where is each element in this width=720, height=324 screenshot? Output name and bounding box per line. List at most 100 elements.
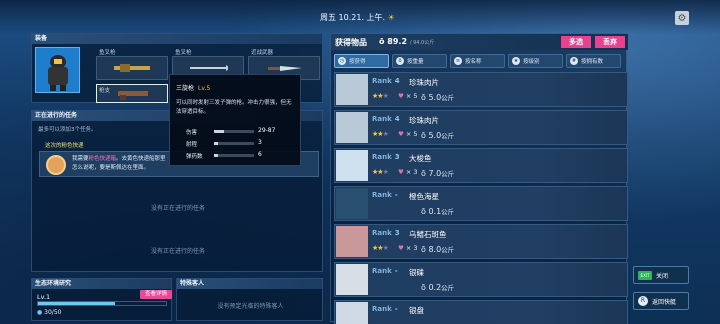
- item-thumbnail: [336, 302, 368, 324]
- stat-bar: [214, 154, 254, 157]
- item-name: 银盘: [409, 306, 424, 315]
- tab-sort-obtained[interactable]: ◷ 按获得: [334, 54, 389, 68]
- item-thumbnail: [336, 112, 368, 143]
- tooltip-name: 三旋枪 Lv.5: [176, 85, 211, 92]
- item-weight: ō 0.2公斤: [421, 283, 455, 292]
- item-count: ♥ × 5: [398, 92, 418, 100]
- settings-gear-icon[interactable]: ⚙: [675, 11, 689, 25]
- rating-stars: ★★★: [372, 244, 389, 252]
- rating-stars: ★★★: [372, 130, 389, 138]
- stat-bar: [214, 142, 254, 145]
- harpoon-icon: [190, 65, 228, 71]
- weight-icon: ō: [396, 57, 404, 65]
- eco-progress-bar: [37, 301, 167, 306]
- tooltip-desc: 可以同时发射三发子弹的枪。冲击力很强，但无法穿透目标。: [176, 100, 292, 115]
- npc-avatar: [46, 155, 66, 175]
- eco-dot-icon: ●: [37, 309, 43, 316]
- item-rank: Rank 3: [372, 229, 400, 237]
- item-rank: Rank 4: [372, 77, 400, 85]
- gun-slot[interactable]: 枪支: [96, 84, 168, 103]
- stat-value: 6: [258, 151, 262, 158]
- stat-value: 3: [258, 139, 262, 146]
- item-weight: ō 0.1公斤: [421, 207, 455, 216]
- item-name: 银碟: [409, 268, 424, 277]
- name-icon: ≡: [454, 57, 462, 65]
- date-time: 周五 10.21. 上午. ☀: [320, 13, 395, 22]
- stat-label: 射程: [186, 142, 198, 148]
- equipment-title: 装备: [32, 34, 322, 44]
- count-icon: #: [570, 57, 578, 65]
- item-rank: Rank -: [372, 305, 398, 313]
- slot-label: 鱼叉枪: [99, 50, 116, 56]
- items-panel: 获得物品 ō 89.2 / 94.0公斤 多选 丢弃 ◷ 按获得 ō 按重量 ≡ 按名…: [330, 33, 628, 324]
- item-row[interactable]: Rank - 橙色海星 ō 0.1公斤: [334, 186, 628, 221]
- item-weight: ō 7.0公斤: [421, 169, 455, 178]
- item-thumbnail: [336, 74, 368, 105]
- clock-icon: ◷: [338, 57, 346, 65]
- rating-stars: ★★★: [372, 168, 389, 176]
- discard-button[interactable]: 丢弃: [595, 36, 625, 48]
- eco-research-panel: 生态环境研究 Lv.1 查看详情 ● 30/50: [31, 278, 172, 321]
- item-name: 大梭鱼: [409, 154, 432, 163]
- stat-value: 29-87: [258, 127, 276, 134]
- sort-tabs: ◷ 按获得 ō 按重量 ≡ 按名称 ★ 按级别 # 按拥有数: [334, 54, 621, 68]
- item-rank: Rank -: [372, 267, 398, 275]
- items-title: 获得物品: [335, 38, 367, 47]
- rating-stars: ★★★: [372, 92, 389, 100]
- triple-gun-icon: [118, 90, 148, 100]
- item-rank: Rank -: [372, 191, 398, 199]
- item-name: 珍珠肉片: [409, 78, 439, 87]
- diver-avatar-slot[interactable]: [35, 47, 80, 93]
- slot-label: 鱼叉枪: [175, 50, 192, 56]
- item-row[interactable]: Rank - 银碟 ō 0.2公斤: [334, 262, 628, 297]
- item-rank: Rank 3: [372, 153, 400, 161]
- item-thumbnail: [336, 264, 368, 295]
- diver-icon: [48, 55, 68, 91]
- slot-label: 近战武器: [251, 50, 274, 56]
- item-row[interactable]: Rank 4 珍珠肉片 ★★★ ♥ × 5ō 5.0公斤: [334, 72, 628, 107]
- items-header: 获得物品 ō 89.2 / 94.0公斤 多选 丢弃: [331, 34, 628, 50]
- harpoon-slot-1[interactable]: 鱼叉枪: [96, 50, 168, 80]
- guest-title: 特殊客人: [177, 279, 322, 289]
- item-thumbnail: [336, 188, 368, 219]
- return-boat-button[interactable]: R 返回快艇: [633, 292, 689, 310]
- top-bar: 周五 10.21. 上午. ☀ ⚙: [0, 0, 720, 34]
- sun-icon: ☀: [387, 13, 395, 22]
- item-rank: Rank 4: [372, 115, 400, 123]
- item-name: 珍珠肉片: [409, 116, 439, 125]
- tab-sort-weight[interactable]: ō 按重量: [392, 54, 447, 68]
- close-button[interactable]: EXIT 关闭: [633, 266, 689, 284]
- item-row[interactable]: Rank 3 乌鳍石斑鱼 ★★★ ♥ × 3ō 8.0公斤: [334, 224, 628, 259]
- item-weight: ō 5.0公斤: [421, 93, 455, 102]
- tab-sort-name[interactable]: ≡ 按名称: [450, 54, 505, 68]
- exit-key-icon: EXIT: [638, 270, 652, 280]
- item-row[interactable]: Rank 3 大梭鱼 ★★★ ♥ × 3ō 7.0公斤: [334, 148, 628, 183]
- eco-level: Lv.1: [37, 293, 51, 301]
- guest-empty: 没有预定光临的特殊客人: [217, 303, 284, 310]
- view-detail-button[interactable]: 查看详情: [140, 290, 172, 299]
- r-key-icon: R: [638, 296, 648, 306]
- item-weight: ō 5.0公斤: [421, 131, 455, 140]
- stat-label: 弹药数: [186, 154, 203, 160]
- item-name: 乌鳍石斑鱼: [409, 230, 447, 239]
- knife-icon: [268, 66, 302, 71]
- weapon-tooltip: 三旋枪 Lv.5 可以同时发射三发子弹的枪。冲击力很强，但无法穿透目标。 伤害 2…: [169, 74, 301, 166]
- item-row[interactable]: Rank 4 珍珠肉片 ★★★ ♥ × 5ō 5.0公斤: [334, 110, 628, 145]
- star-icon: ★: [512, 57, 520, 65]
- eco-exp: ● 30/50: [37, 309, 62, 316]
- item-count: ♥ × 3: [398, 244, 418, 252]
- stat-bar: [214, 130, 254, 133]
- stat-label: 伤害: [186, 130, 198, 136]
- item-thumbnail: [336, 226, 368, 257]
- item-count: ♥ × 5: [398, 130, 418, 138]
- empty-task-1: 没有正在进行的任务: [150, 205, 205, 212]
- item-count: ♥ × 3: [398, 168, 418, 176]
- item-thumbnail: [336, 150, 368, 181]
- tab-sort-rank[interactable]: ★ 按级别: [508, 54, 563, 68]
- multi-select-button[interactable]: 多选: [561, 36, 591, 48]
- special-guest-panel: 特殊客人 没有预定光临的特殊客人: [176, 278, 323, 321]
- item-weight: ō 8.0公斤: [421, 245, 455, 254]
- item-row[interactable]: Rank - 银盘: [334, 300, 628, 324]
- tab-sort-count[interactable]: # 按拥有数: [566, 54, 621, 68]
- eco-title: 生态环境研究: [32, 279, 171, 289]
